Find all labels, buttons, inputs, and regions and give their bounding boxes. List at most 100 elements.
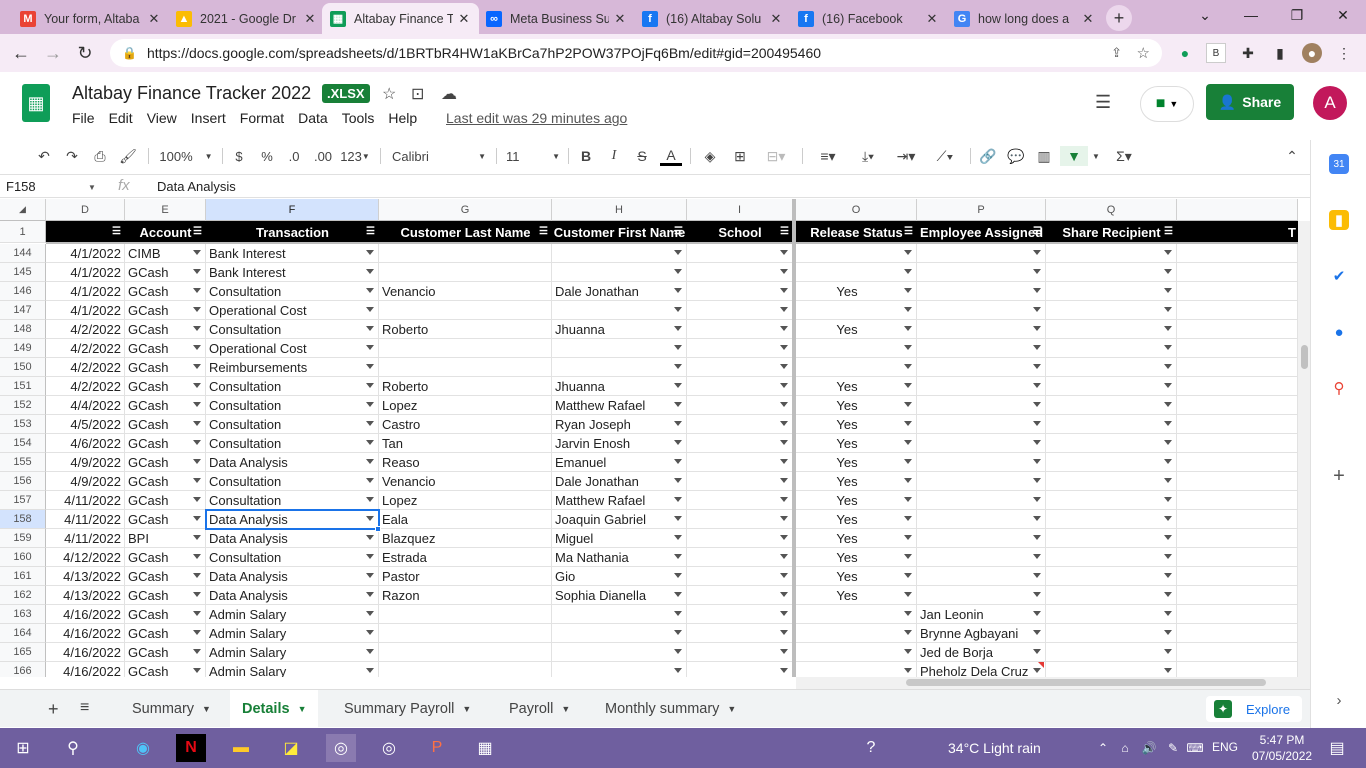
cell-f[interactable]: Bank Interest <box>206 244 379 263</box>
dropdown-chevron-icon[interactable] <box>366 383 374 388</box>
row-number[interactable]: 144 <box>0 244 46 263</box>
cell-p[interactable] <box>917 415 1046 434</box>
filter-icon[interactable]: ☰ <box>780 226 789 237</box>
bookmark-star-icon[interactable]: ☆ <box>1137 44 1150 62</box>
insert-comment-icon[interactable]: 💬 <box>1006 146 1026 166</box>
chevron-down-icon[interactable]: ▼ <box>462 704 471 714</box>
row-number[interactable]: 147 <box>0 301 46 320</box>
dropdown-chevron-icon[interactable] <box>904 345 912 350</box>
dropdown-chevron-icon[interactable] <box>366 592 374 597</box>
insert-link-icon[interactable]: 🔗 <box>978 146 998 166</box>
filter-icon[interactable]: ☰ <box>904 226 913 237</box>
dropdown-chevron-icon[interactable] <box>674 516 682 521</box>
cell-blank[interactable] <box>1177 263 1298 282</box>
dropdown-chevron-icon[interactable] <box>193 592 201 597</box>
dropdown-chevron-icon[interactable] <box>1164 611 1172 616</box>
chrome-profile-icon[interactable]: ◎ <box>374 734 404 762</box>
cell-d[interactable]: 4/13/2022 <box>46 567 125 586</box>
cell-o[interactable] <box>796 662 917 677</box>
dropdown-chevron-icon[interactable] <box>193 611 201 616</box>
dropdown-chevron-icon[interactable] <box>1164 630 1172 635</box>
table-header-cell[interactable]: School ☰ <box>687 221 793 243</box>
cell-blank[interactable] <box>1177 396 1298 415</box>
cell-e[interactable]: GCash <box>125 586 206 605</box>
insert-chart-icon[interactable]: ▥ <box>1034 146 1054 166</box>
cell-f[interactable]: Data Analysis <box>206 586 379 605</box>
cell-e[interactable]: GCash <box>125 567 206 586</box>
filter-icon[interactable]: ▼ <box>1060 146 1088 166</box>
dropdown-chevron-icon[interactable] <box>1164 383 1172 388</box>
filter-icon[interactable]: ☰ <box>674 226 683 237</box>
row-number[interactable]: 154 <box>0 434 46 453</box>
cell-h[interactable] <box>552 643 687 662</box>
cell-i[interactable] <box>687 567 793 586</box>
cell-blank[interactable] <box>1177 548 1298 567</box>
cell-blank[interactable] <box>1177 282 1298 301</box>
dropdown-chevron-icon[interactable] <box>193 497 201 502</box>
dropdown-chevron-icon[interactable] <box>674 402 682 407</box>
cell-h[interactable]: Ma Nathania <box>552 548 687 567</box>
dropdown-chevron-icon[interactable] <box>674 630 682 635</box>
cell-blank[interactable] <box>1177 320 1298 339</box>
row-number[interactable]: 149 <box>0 339 46 358</box>
dropdown-chevron-icon[interactable] <box>193 478 201 483</box>
cell-blank[interactable] <box>1177 643 1298 662</box>
cell-g[interactable]: Reaso <box>379 453 552 472</box>
cell-i[interactable] <box>687 358 793 377</box>
cell-o[interactable] <box>796 624 917 643</box>
cell-o[interactable]: Yes <box>796 415 917 434</box>
dropdown-chevron-icon[interactable] <box>904 630 912 635</box>
cell-i[interactable] <box>687 339 793 358</box>
menu-help[interactable]: Help <box>388 110 417 126</box>
percent-format-button[interactable]: % <box>258 146 276 166</box>
vertical-scrollbar[interactable] <box>1298 221 1310 677</box>
cell-o[interactable]: Yes <box>796 434 917 453</box>
dropdown-chevron-icon[interactable] <box>1033 573 1041 578</box>
cell-o[interactable] <box>796 301 917 320</box>
row-number[interactable]: 162 <box>0 586 46 605</box>
cell-f[interactable]: Admin Salary <box>206 605 379 624</box>
cell-e[interactable]: GCash <box>125 662 206 677</box>
cell-blank[interactable] <box>1177 301 1298 320</box>
cell-blank[interactable] <box>1177 567 1298 586</box>
table-header-cell[interactable]: Account ☰ <box>125 221 206 243</box>
cell-f[interactable]: Consultation <box>206 377 379 396</box>
cell-f[interactable]: Bank Interest <box>206 263 379 282</box>
spreadsheet-grid[interactable]: ◢ DEFGHIOPQ 1 ☰ Account ☰ Transaction ☰ Custo… <box>0 199 1310 677</box>
dropdown-chevron-icon[interactable] <box>193 307 201 312</box>
dropdown-chevron-icon[interactable] <box>904 250 912 255</box>
dropdown-chevron-icon[interactable] <box>1033 269 1041 274</box>
cell-g[interactable]: Venancio <box>379 472 552 491</box>
row-number[interactable]: 148 <box>0 320 46 339</box>
dropdown-chevron-icon[interactable] <box>904 668 912 673</box>
cell-q[interactable] <box>1046 472 1177 491</box>
cell-i[interactable] <box>687 529 793 548</box>
cell-g[interactable]: Lopez <box>379 491 552 510</box>
dropdown-chevron-icon[interactable] <box>1164 459 1172 464</box>
cell-blank[interactable] <box>1177 453 1298 472</box>
table-header-cell[interactable]: Share Recipient ☰ <box>1046 221 1177 243</box>
dropdown-chevron-icon[interactable] <box>366 326 374 331</box>
dropdown-chevron-icon[interactable] <box>366 554 374 559</box>
cell-g[interactable]: Roberto <box>379 320 552 339</box>
cell-o[interactable]: Yes <box>796 282 917 301</box>
column-header-blank[interactable] <box>1177 199 1298 221</box>
dropdown-chevron-icon[interactable] <box>674 497 682 502</box>
cell-i[interactable] <box>687 244 793 263</box>
dropdown-chevron-icon[interactable] <box>366 630 374 635</box>
cell-g[interactable]: Eala <box>379 510 552 529</box>
cell-h[interactable]: Sophia Dianella <box>552 586 687 605</box>
select-all-corner[interactable]: ◢ <box>0 199 46 221</box>
dropdown-chevron-icon[interactable] <box>780 516 788 521</box>
comment-history-icon[interactable]: ☰ <box>1095 92 1111 113</box>
cell-p[interactable] <box>917 510 1046 529</box>
cell-i[interactable] <box>687 377 793 396</box>
dropdown-chevron-icon[interactable] <box>904 440 912 445</box>
cell-p[interactable] <box>917 472 1046 491</box>
dropdown-chevron-icon[interactable] <box>904 307 912 312</box>
filter-icon[interactable]: ☰ <box>1164 226 1173 237</box>
last-edit-link[interactable]: Last edit was 29 minutes ago <box>446 110 627 126</box>
cell-i[interactable] <box>687 605 793 624</box>
cell-o[interactable]: Yes <box>796 472 917 491</box>
filter-icon[interactable]: ☰ <box>539 226 548 237</box>
